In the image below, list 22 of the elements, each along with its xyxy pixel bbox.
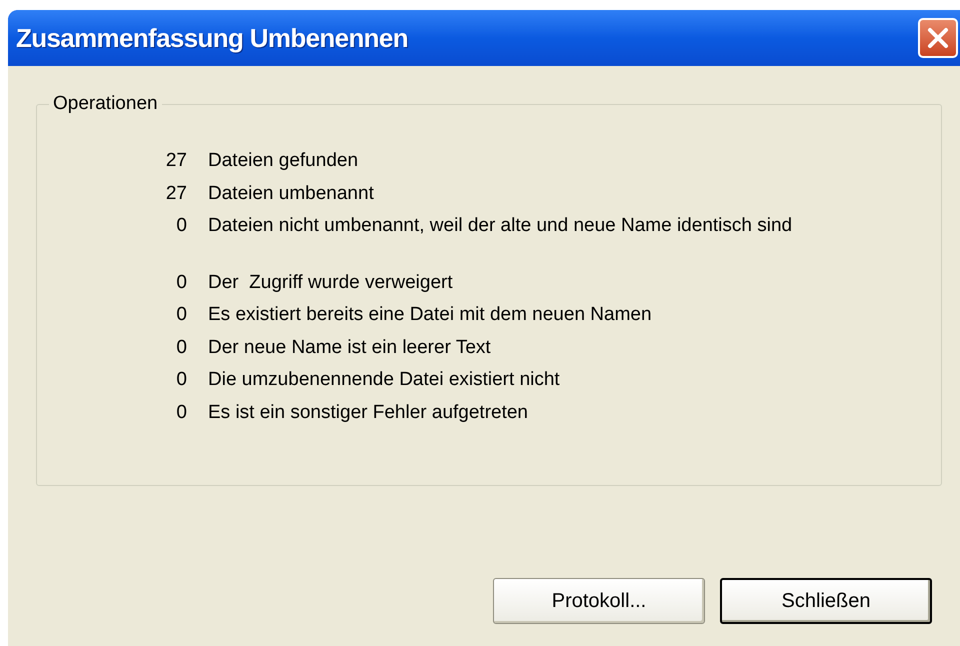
row-text: Der Zugriff wurde verweigert bbox=[208, 270, 453, 294]
row-text: Es ist ein sonstiger Fehler aufgetreten bbox=[208, 400, 528, 424]
count: 0 bbox=[175, 214, 187, 238]
count: 0 bbox=[175, 303, 187, 327]
count: 0 bbox=[175, 270, 187, 294]
count: 0 bbox=[175, 400, 187, 424]
dialog-button[interactable]: Protokoll... bbox=[493, 578, 705, 624]
row-text: Dateien gefunden bbox=[208, 149, 358, 173]
row-text: Der neue Name ist ein leerer Text bbox=[208, 336, 491, 360]
row-text: Die umzubenennende Datei existiert nicht bbox=[208, 368, 560, 392]
row-text: Dateien nicht umbenannt, weil der alte und neue Name identisch sind bbox=[208, 214, 792, 238]
close-button[interactable] bbox=[918, 18, 958, 58]
row-text: Dateien umbenannt bbox=[208, 182, 374, 206]
count: 27 bbox=[164, 149, 187, 173]
count: 0 bbox=[175, 336, 187, 360]
dialog-button[interactable]: Schließen bbox=[720, 578, 932, 624]
row-text: Es existiert bereits eine Datei mit dem neuen Namen bbox=[208, 303, 652, 327]
count: 0 bbox=[175, 368, 187, 392]
window-title: Zusammenfassung Umbenennen bbox=[16, 22, 408, 54]
group-label: Operationen bbox=[49, 92, 162, 116]
close-icon bbox=[927, 27, 949, 49]
count: 27 bbox=[164, 182, 187, 206]
